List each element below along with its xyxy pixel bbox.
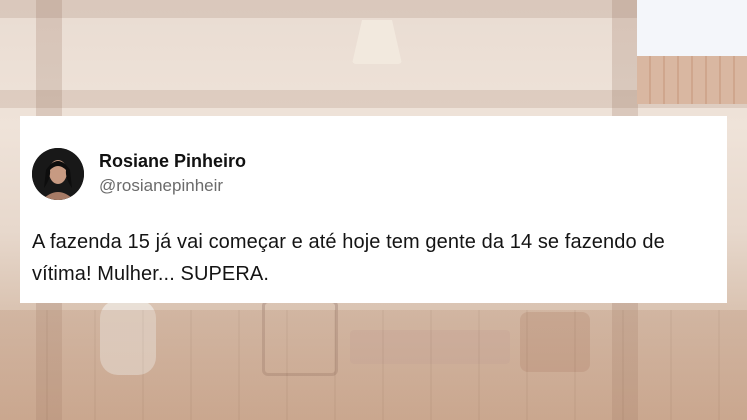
profile-photo-icon: [32, 148, 84, 200]
wooden-floor: [0, 310, 747, 420]
author-name[interactable]: Rosiane Pinheiro: [99, 151, 246, 172]
tweet-text: A fazenda 15 já vai começar e até hoje t…: [32, 231, 665, 285]
hanging-lamp: [352, 20, 402, 64]
tweet-card: Rosiane Pinheiro @rosianepinheir A fazen…: [20, 116, 727, 303]
tiled-roof: [637, 56, 747, 104]
author-handle[interactable]: @rosianepinheir: [99, 176, 223, 196]
avatar[interactable]: [32, 148, 84, 200]
